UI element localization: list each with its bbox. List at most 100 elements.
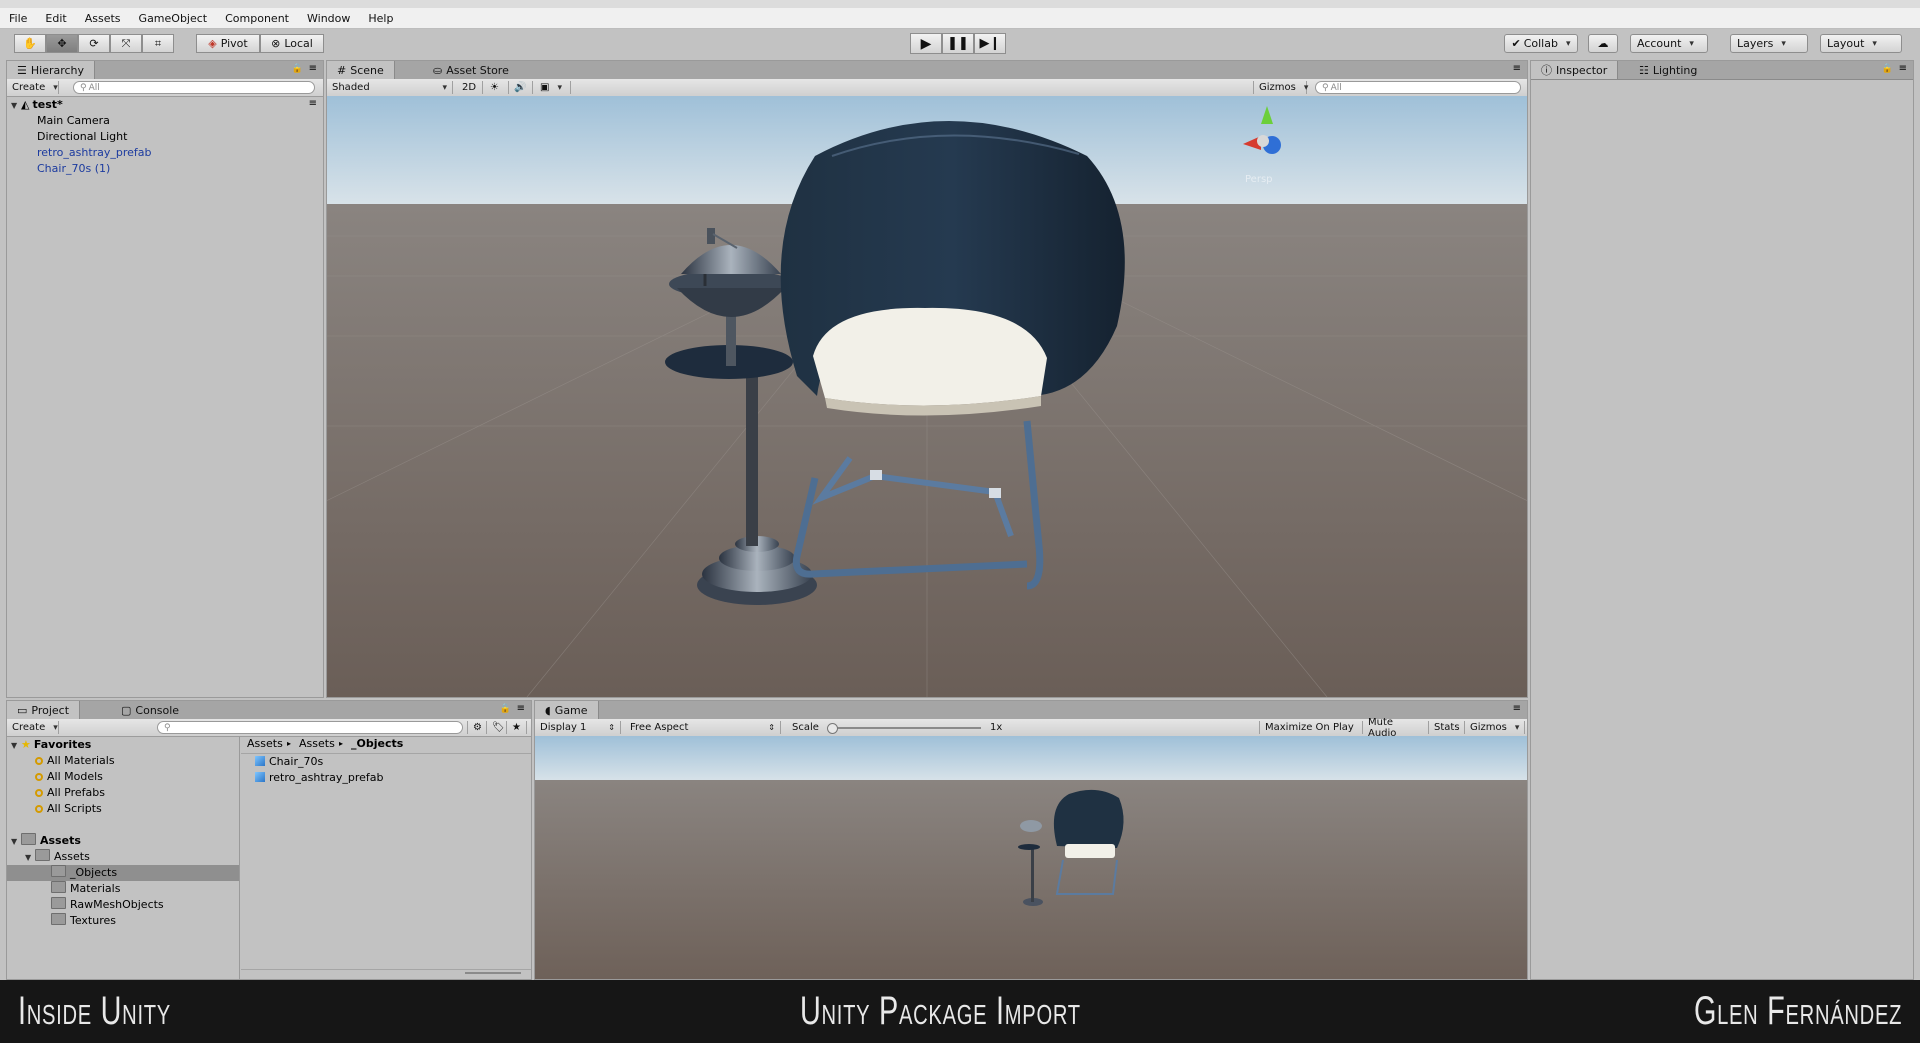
gizmos-dropdown[interactable]: Gizmos xyxy=(1253,81,1307,94)
hierarchy-item[interactable]: Chair_70s (1) xyxy=(37,161,110,177)
folder-row[interactable]: ▼ Assets xyxy=(25,849,90,865)
favorite-item[interactable]: All Models xyxy=(35,769,103,785)
footer-center-title: Unity Package Import xyxy=(800,989,1081,1033)
inspector-tab-label: Inspector xyxy=(1556,63,1608,77)
assets-root-row[interactable]: ▼ Assets xyxy=(11,833,81,849)
step-button[interactable]: ▶❙ xyxy=(974,33,1006,54)
filter-type-button[interactable]: ⚙ xyxy=(467,721,487,734)
pause-button[interactable]: ❚❚ xyxy=(942,33,974,54)
lock-icon[interactable]: 🔒 xyxy=(1882,64,1893,74)
tab-console[interactable]: ▢ Console xyxy=(111,701,189,719)
stats-label: Stats xyxy=(1434,722,1460,733)
scale-slider-track[interactable] xyxy=(831,727,981,729)
menu-component[interactable]: Component xyxy=(216,12,298,25)
rect-tool-button[interactable]: ⌗ xyxy=(142,34,174,53)
folder-row[interactable]: RawMeshObjects xyxy=(51,897,164,913)
favorites-row[interactable]: ▼ ★ Favorites xyxy=(11,737,91,753)
move-tool-button[interactable]: ✥ xyxy=(46,34,78,53)
favorite-item[interactable]: All Prefabs xyxy=(35,785,105,801)
scene-search-input[interactable]: ⚲ All xyxy=(1315,81,1521,94)
tab-project[interactable]: ▭ Project xyxy=(7,701,81,719)
filter-label-button[interactable]: 🏷 xyxy=(487,721,507,734)
tab-game[interactable]: ◖ Game xyxy=(535,701,599,719)
rotate-tool-button[interactable]: ⟳ xyxy=(78,34,110,53)
toggle-2d-button[interactable]: 2D xyxy=(457,81,483,94)
aspect-dropdown[interactable]: Free Aspect ⇕ xyxy=(625,721,781,734)
effects-dropdown[interactable]: ▣ xyxy=(535,81,571,94)
lock-icon[interactable]: 🔒 xyxy=(292,64,303,74)
maximize-label: Maximize On Play xyxy=(1265,722,1354,733)
asset-item[interactable]: Chair_70s xyxy=(255,754,323,770)
tab-lighting[interactable]: ☷ Lighting xyxy=(1629,61,1707,79)
create-label: Create xyxy=(12,722,46,733)
tab-asset-store[interactable]: ⛀ Asset Store xyxy=(423,61,519,79)
account-dropdown[interactable]: Account xyxy=(1630,34,1708,53)
panel-menu-icon[interactable]: ≡ xyxy=(1513,703,1521,714)
hierarchy-search-input[interactable]: ⚲ All xyxy=(73,81,315,94)
icon-size-slider[interactable] xyxy=(465,972,521,974)
play-button[interactable]: ▶ xyxy=(910,33,942,54)
layout-dropdown[interactable]: Layout xyxy=(1820,34,1902,53)
breadcrumb-item[interactable]: _Objects xyxy=(351,736,403,752)
folder-row[interactable]: Textures xyxy=(51,913,116,929)
project-search-input[interactable]: ⚲ xyxy=(157,721,463,734)
favorite-item[interactable]: All Materials xyxy=(35,753,115,769)
scene-menu-icon[interactable]: ≡ xyxy=(309,98,317,109)
favorite-button[interactable]: ★ xyxy=(507,721,527,734)
hierarchy-tab-label: Hierarchy xyxy=(30,63,85,77)
hierarchy-subbar: Create ⚲All xyxy=(7,79,323,97)
breadcrumb-separator-icon: ▸ xyxy=(287,739,292,748)
menu-window[interactable]: Window xyxy=(298,12,359,25)
star-icon: ★ xyxy=(21,738,31,751)
maximize-on-play-toggle[interactable]: Maximize On Play xyxy=(1259,721,1363,734)
pivot-toggle[interactable]: ◈ Pivot xyxy=(196,34,260,53)
search-filter-icon xyxy=(35,805,43,813)
project-create-dropdown[interactable]: Create xyxy=(7,721,59,734)
breadcrumb-item[interactable]: Assets xyxy=(247,736,283,752)
shading-dropdown[interactable]: Shaded xyxy=(327,81,453,94)
tab-scene[interactable]: # Scene xyxy=(327,61,395,79)
folder-label: _Objects xyxy=(70,866,118,879)
tab-hierarchy[interactable]: ☰ Hierarchy xyxy=(7,61,96,79)
game-gizmos-dropdown[interactable]: Gizmos xyxy=(1465,721,1525,734)
mute-audio-toggle[interactable]: Mute Audio xyxy=(1363,717,1429,739)
stats-toggle[interactable]: Stats xyxy=(1429,721,1465,734)
lock-icon[interactable]: 🔒 xyxy=(500,704,511,714)
hand-tool-button[interactable]: ✋ xyxy=(14,34,46,53)
scale-tool-button[interactable]: ⤧ xyxy=(110,34,142,53)
game-viewport[interactable] xyxy=(535,736,1527,979)
menu-gameobject[interactable]: GameObject xyxy=(130,12,217,25)
lighting-toggle[interactable]: ☀ xyxy=(485,81,509,94)
folder-row[interactable]: Materials xyxy=(51,881,120,897)
hierarchy-item[interactable]: Directional Light xyxy=(37,129,127,145)
collab-button[interactable]: ✔ Collab xyxy=(1504,34,1578,53)
breadcrumb-item[interactable]: Assets xyxy=(299,736,335,752)
audio-toggle[interactable]: 🔊 xyxy=(509,81,533,94)
hierarchy-create-dropdown[interactable]: Create xyxy=(7,81,59,94)
menu-help[interactable]: Help xyxy=(359,12,402,25)
panel-menu-icon[interactable]: ≡ xyxy=(517,703,525,714)
scene-viewport[interactable]: Persp xyxy=(327,96,1527,697)
scale-label: Scale xyxy=(792,722,819,733)
layers-dropdown[interactable]: Layers xyxy=(1730,34,1808,53)
hierarchy-item[interactable]: retro_ashtray_prefab xyxy=(37,145,152,161)
hierarchy-item[interactable]: Main Camera xyxy=(37,113,110,129)
menu-edit[interactable]: Edit xyxy=(36,12,75,25)
folder-icon xyxy=(51,897,66,909)
scene-root-row[interactable]: ▼ ◭ test* xyxy=(11,97,63,113)
panel-menu-icon[interactable]: ≡ xyxy=(1899,63,1907,74)
folder-row-selected[interactable]: _Objects xyxy=(7,865,239,881)
scale-slider-thumb[interactable] xyxy=(827,723,838,734)
expand-arrow-icon: ▼ xyxy=(11,741,18,750)
favorite-item[interactable]: All Scripts xyxy=(35,801,102,817)
display-dropdown[interactable]: Display 1 ⇕ xyxy=(535,721,621,734)
menu-file[interactable]: File xyxy=(0,12,36,25)
asset-item[interactable]: retro_ashtray_prefab xyxy=(255,770,384,786)
panel-menu-icon[interactable]: ≡ xyxy=(1513,63,1521,74)
menu-assets[interactable]: Assets xyxy=(76,12,130,25)
panel-menu-icon[interactable]: ≡ xyxy=(309,63,317,74)
cloud-button[interactable]: ☁ xyxy=(1588,34,1618,53)
local-toggle[interactable]: ⊗ Local xyxy=(260,34,324,53)
breadcrumb-separator-icon: ▸ xyxy=(339,739,344,748)
tab-inspector[interactable]: ⓘ Inspector xyxy=(1531,61,1619,79)
